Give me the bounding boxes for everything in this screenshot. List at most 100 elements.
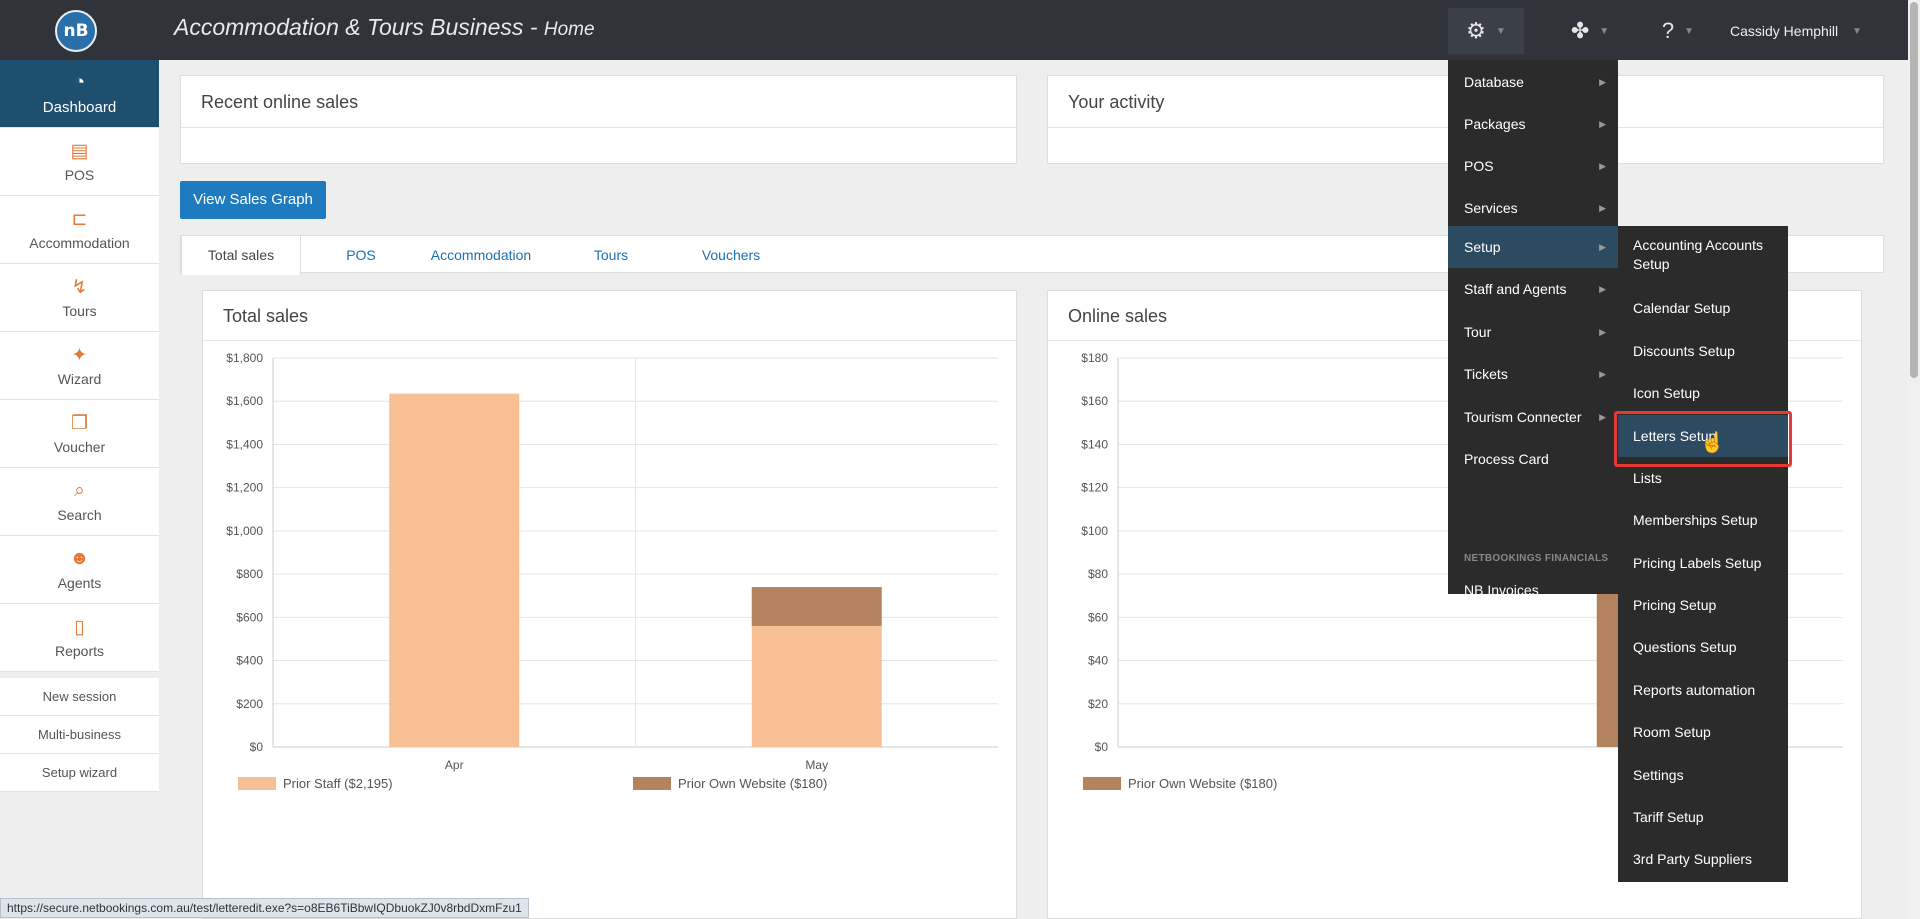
sidebar-item-search[interactable]: ⌕ Search — [0, 468, 159, 536]
menu-item-staff-and-agents[interactable]: Staff and Agents ▶ — [1448, 268, 1618, 310]
hand-cursor-icon: ☝ — [1700, 432, 1725, 454]
page-scrollbar[interactable] — [1908, 0, 1920, 919]
chevron-right-icon: ▶ — [1599, 161, 1606, 171]
menu-item-3rd-party-suppliers[interactable]: 3rd Party Suppliers — [1618, 850, 1788, 869]
menu-item-pricing-setup[interactable]: Pricing Setup — [1618, 596, 1788, 615]
menu-item-process-card[interactable]: Process Card — [1448, 438, 1618, 480]
user-menu-button[interactable]: Cassidy Hemphill ▼ — [1730, 10, 1880, 52]
menu-item-tourism-connecter[interactable]: Tourism Connecter ▶ — [1448, 396, 1618, 438]
chevron-down-icon: ▼ — [1599, 25, 1610, 37]
menu-item-discounts-setup[interactable]: Discounts Setup — [1618, 342, 1788, 361]
menu-item-questions-setup[interactable]: Questions Setup — [1618, 638, 1788, 657]
user-name: Cassidy Hemphill — [1730, 23, 1839, 39]
report-icon: ▯ — [74, 617, 85, 638]
menu-item-pos[interactable]: POS ▶ — [1448, 145, 1618, 187]
x-tick-label: May — [805, 758, 828, 772]
menu-section-header: NETBOOKINGS FINANCIALS — [1464, 553, 1609, 564]
gift-icon: ❒ — [70, 413, 89, 434]
view-sales-graph-button[interactable]: View Sales Graph — [180, 181, 326, 219]
y-tick-label: $600 — [236, 610, 263, 624]
chevron-down-icon: ▼ — [1852, 25, 1863, 37]
cash-register-icon: ▤ — [70, 141, 89, 162]
sidebar-item-reports[interactable]: ▯ Reports — [0, 604, 159, 672]
y-tick-label: $1,000 — [226, 524, 263, 538]
menu-item-label: Database — [1464, 74, 1524, 90]
help-icon: ? — [1661, 18, 1675, 43]
menu-item-memberships-setup[interactable]: Memberships Setup — [1618, 511, 1788, 530]
menu-item-nb-payment-advices[interactable]: NB Payment Advices — [1448, 611, 1618, 653]
tab-total-sales[interactable]: Total sales — [181, 236, 301, 275]
chevron-right-icon: ▶ — [1599, 369, 1606, 379]
menu-item-reports-automation[interactable]: Reports automation — [1618, 681, 1788, 700]
tab-accommodation[interactable]: Accommodation — [401, 236, 561, 274]
y-tick-label: $80 — [1088, 567, 1108, 581]
menu-item-label: Tour — [1464, 324, 1492, 340]
status-bar-url: https://secure.netbookings.com.au/test/l… — [0, 898, 529, 918]
menu-item-label: Process Card — [1464, 451, 1549, 467]
sidebar-item-pos[interactable]: ▤ POS — [0, 128, 159, 196]
sidebar-item-label: Wizard — [57, 371, 102, 387]
y-tick-label: $120 — [1081, 481, 1108, 495]
y-tick-label: $20 — [1088, 697, 1108, 711]
settings-menu-button[interactable]: ⚙ ▼ — [1448, 8, 1524, 54]
chevron-down-icon: ▼ — [1495, 25, 1506, 37]
chevron-right-icon: ▶ — [1599, 412, 1606, 422]
y-tick-label: $1,800 — [226, 351, 263, 365]
tab-tours[interactable]: Tours — [561, 236, 661, 274]
help-menu-button[interactable]: ? ▼ — [1640, 10, 1716, 52]
menu-item-tour[interactable]: Tour ▶ — [1448, 311, 1618, 353]
y-tick-label: $40 — [1088, 654, 1108, 668]
setup-wizard-link[interactable]: Setup wizard — [0, 754, 159, 792]
y-tick-label: $800 — [236, 567, 263, 581]
chevron-right-icon: ▶ — [1599, 327, 1606, 337]
menu-item-accounting-accounts-setup[interactable]: Accounting Accounts Setup — [1618, 236, 1778, 274]
menu-item-tickets[interactable]: Tickets ▶ — [1448, 353, 1618, 395]
y-tick-label: $400 — [236, 654, 263, 668]
menu-item-settings[interactable]: Settings — [1618, 766, 1788, 785]
y-tick-label: $1,200 — [226, 481, 263, 495]
menu-item-nb-invoices[interactable]: NB Invoices — [1448, 569, 1618, 611]
menu-item-label: Services — [1464, 200, 1518, 216]
menu-item-room-setup[interactable]: Room Setup — [1618, 723, 1788, 742]
x-tick-label: Apr — [445, 758, 464, 772]
sidebar-item-agents[interactable]: ☻ Agents — [0, 536, 159, 604]
multi-business-link[interactable]: Multi-business — [0, 716, 159, 754]
gears-icon: ⚙ — [1466, 18, 1486, 43]
tools-menu-button[interactable]: ✤ ▼ — [1552, 10, 1628, 52]
page-subtitle: Home — [543, 19, 595, 40]
search-icon: ⌕ — [74, 480, 85, 501]
menu-item-icon-setup[interactable]: Icon Setup — [1618, 384, 1788, 403]
tab-vouchers[interactable]: Vouchers — [661, 236, 801, 274]
sidebar-item-dashboard[interactable]: ◔ Dashboard — [0, 60, 159, 128]
scrollbar-thumb[interactable] — [1910, 2, 1918, 378]
sidebar-item-accommodation[interactable]: ⊏ Accommodation — [0, 196, 159, 264]
app-logo[interactable]: nB — [55, 10, 97, 52]
menu-item-calendar-setup[interactable]: Calendar Setup — [1618, 299, 1788, 318]
total-sales-chart: $0 $200 $400 $600 $800 $1,000 $1,200 $1,400 $1,6… — [226, 351, 998, 791]
new-session-link[interactable]: New session — [0, 678, 159, 716]
menu-item-database[interactable]: Database ▶ — [1448, 61, 1618, 103]
sidebar-item-label: Dashboard — [42, 99, 117, 116]
menu-item-services[interactable]: Services ▶ — [1448, 187, 1618, 229]
menu-item-packages[interactable]: Packages ▶ — [1448, 103, 1618, 145]
legend-label: Prior Own Website ($180) — [678, 776, 827, 791]
legend-swatch — [238, 777, 276, 790]
sidebar-item-wizard[interactable]: ✦ Wizard — [0, 332, 159, 400]
y-tick-label: $60 — [1088, 610, 1108, 624]
y-tick-label: $200 — [236, 697, 263, 711]
menu-item-tariff-setup[interactable]: Tariff Setup — [1618, 808, 1788, 827]
sidebar-item-label: Accommodation — [29, 235, 130, 251]
bar-may-series-1 — [751, 587, 882, 626]
legend-swatch — [1083, 777, 1121, 790]
y-tick-label: $140 — [1081, 437, 1108, 451]
tab-pos[interactable]: POS — [321, 236, 401, 274]
menu-item-setup[interactable]: Setup ▶ — [1448, 226, 1618, 268]
menu-item-lists[interactable]: Lists — [1618, 469, 1788, 488]
business-name: Accommodation & Tours Business - — [174, 14, 538, 40]
sidebar-item-tours[interactable]: ↯ Tours — [0, 264, 159, 332]
sidebar-item-label: Voucher — [53, 439, 106, 455]
menu-item-pricing-labels-setup[interactable]: Pricing Labels Setup — [1618, 554, 1788, 573]
total-sales-chart-panel: Total sales $0 $200 $400 $600 $800 $1,000 $1,2… — [202, 290, 1017, 919]
sidebar-item-voucher[interactable]: ❒ Voucher — [0, 400, 159, 468]
sidebar-item-label: Agents — [57, 575, 102, 591]
